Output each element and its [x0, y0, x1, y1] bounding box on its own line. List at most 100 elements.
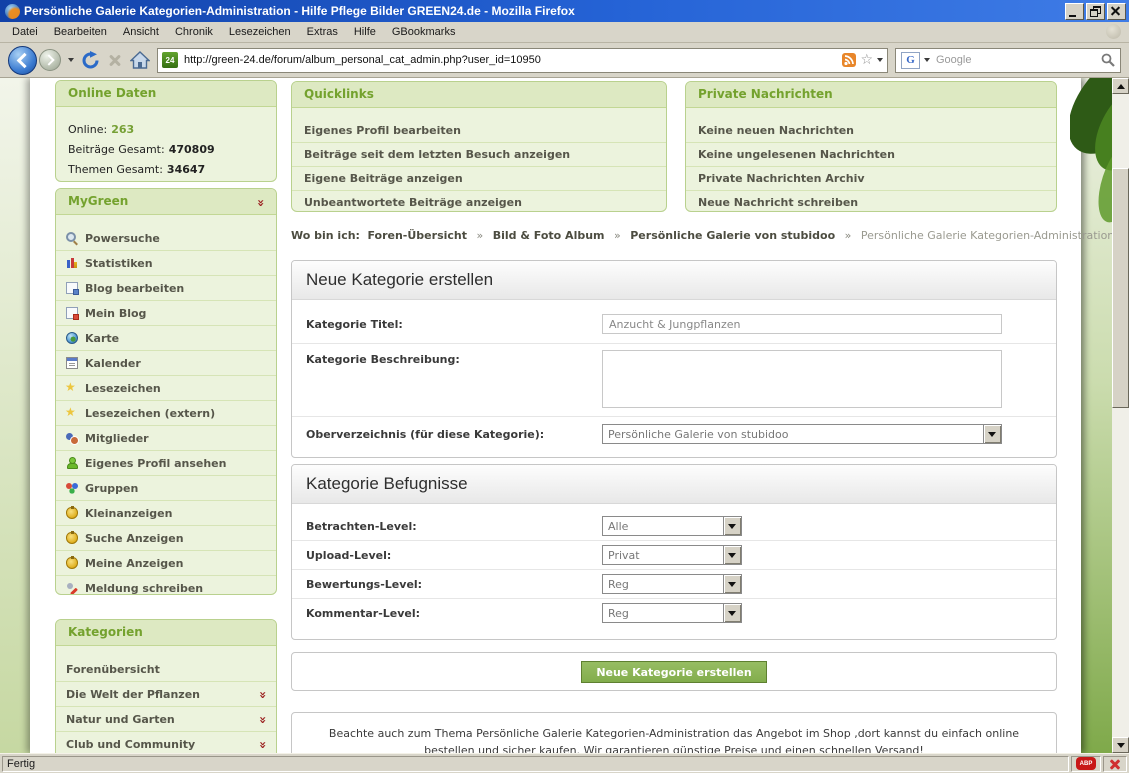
category-title-input[interactable]: [602, 314, 1002, 334]
upload-level-select[interactable]: Privat: [602, 545, 742, 565]
menu-datei[interactable]: Datei: [4, 24, 46, 40]
engine-dropdown-icon[interactable]: [924, 58, 930, 62]
back-button[interactable]: [8, 46, 37, 75]
posts-total-value: 470809: [169, 143, 215, 156]
profile-icon: [66, 457, 78, 469]
close-button[interactable]: [1107, 3, 1126, 20]
expand-chevron-icon[interactable]: [258, 741, 268, 747]
sidebar-item-suche-anzeigen[interactable]: Suche Anzeigen: [56, 525, 276, 550]
scrollbar-thumb[interactable]: [1112, 168, 1129, 408]
vertical-scrollbar[interactable]: [1112, 78, 1129, 753]
rss-feed-icon[interactable]: [842, 53, 856, 67]
rating-level-row: Bewertungs-Level: Reg: [292, 569, 1056, 598]
menu-ansicht[interactable]: Ansicht: [115, 24, 167, 40]
quicklinks-panel: Quicklinks Eigenes Profil bearbeiten Bei…: [291, 81, 667, 212]
sidebar-item-mitglieder[interactable]: Mitglieder: [56, 425, 276, 450]
pm-no-unread-messages[interactable]: Keine ungelesenen Nachrichten: [686, 142, 1056, 166]
pm-archive[interactable]: Private Nachrichten Archiv: [686, 166, 1056, 190]
sidebar-item-eigenes-profil[interactable]: Eigenes Profil ansehen: [56, 450, 276, 475]
restore-button[interactable]: [1086, 3, 1105, 20]
address-bar[interactable]: 24 ☆: [157, 48, 888, 73]
search-icon[interactable]: [1101, 53, 1115, 67]
view-level-label: Betrachten-Level:: [306, 520, 602, 533]
dropdown-arrow-icon: [983, 425, 1001, 443]
category-permissions-panel: Kategorie Befugnisse Betrachten-Level: A…: [291, 464, 1057, 640]
home-button[interactable]: [130, 51, 150, 69]
reload-button[interactable]: [81, 51, 100, 70]
sidebar-item-meldung-schreiben[interactable]: Meldung schreiben: [56, 575, 276, 595]
menu-bearbeiten[interactable]: Bearbeiten: [46, 24, 115, 40]
url-dropdown-icon[interactable]: [877, 58, 883, 62]
sidebar-item-powersuche[interactable]: Powersuche: [56, 226, 276, 250]
sidebar-item-statistiken[interactable]: Statistiken: [56, 250, 276, 275]
search-icon: [66, 232, 78, 244]
menu-gbookmarks[interactable]: GBookmarks: [384, 24, 464, 40]
comment-level-select[interactable]: Reg: [602, 603, 742, 623]
statistics-icon: [66, 257, 78, 269]
mygreen-title: MyGreen: [68, 189, 128, 214]
groups-icon: [66, 482, 78, 494]
forward-button[interactable]: [39, 49, 61, 71]
menubar: Datei Bearbeiten Ansicht Chronik Lesezei…: [0, 22, 1129, 43]
breadcrumb-personal-gallery[interactable]: Persönliche Galerie von stubidoo: [630, 229, 835, 242]
sidebar-item-mein-blog[interactable]: Mein Blog: [56, 300, 276, 325]
pm-no-new-messages[interactable]: Keine neuen Nachrichten: [686, 119, 1056, 142]
bookmark-star-icon[interactable]: ☆: [860, 53, 873, 67]
expand-chevron-icon[interactable]: [258, 716, 268, 722]
stop-button[interactable]: [107, 52, 123, 68]
quicklink-own-posts[interactable]: Eigene Beiträge anzeigen: [292, 166, 666, 190]
sidebar-item-karte[interactable]: Karte: [56, 325, 276, 350]
scroll-down-button[interactable]: [1112, 737, 1129, 753]
page-background-left: [0, 78, 30, 753]
create-category-panel: Neue Kategorie erstellen Kategorie Titel…: [291, 260, 1057, 458]
breadcrumb-photo-album[interactable]: Bild & Foto Album: [493, 229, 605, 242]
menu-lesezeichen[interactable]: Lesezeichen: [221, 24, 299, 40]
sidebar-item-meine-anzeigen[interactable]: Meine Anzeigen: [56, 550, 276, 575]
breadcrumb-forum-overview[interactable]: Foren-Übersicht: [367, 229, 467, 242]
shop-note-panel: Beachte auch zum Thema Persönliche Galer…: [291, 712, 1057, 753]
rating-level-label: Bewertungs-Level:: [306, 578, 602, 591]
sidebar-item-kleinanzeigen[interactable]: Kleinanzeigen: [56, 500, 276, 525]
sidebar-item-gruppen[interactable]: Gruppen: [56, 475, 276, 500]
quicklink-unanswered-posts[interactable]: Unbeantwortete Beiträge anzeigen: [292, 190, 666, 212]
sidebar-item-lesezeichen[interactable]: Lesezeichen: [56, 375, 276, 400]
adblock-plus-icon[interactable]: ABP: [1071, 756, 1101, 772]
rating-level-select[interactable]: Reg: [602, 574, 742, 594]
pm-write-new[interactable]: Neue Nachricht schreiben: [686, 190, 1056, 212]
history-dropdown-icon[interactable]: [68, 58, 74, 62]
expand-chevron-icon[interactable]: [258, 691, 268, 697]
classifieds-icon: [66, 532, 78, 544]
category-description-input[interactable]: [602, 350, 1002, 408]
search-bar[interactable]: G: [895, 48, 1121, 73]
site-favicon: 24: [162, 52, 178, 68]
sidebar-item-lesezeichen-extern[interactable]: Lesezeichen (extern): [56, 400, 276, 425]
quicklink-posts-since-visit[interactable]: Beiträge seit dem letzten Besuch anzeige…: [292, 142, 666, 166]
sidebar-item-forenuebersicht[interactable]: Forenübersicht: [56, 657, 276, 681]
classifieds-icon: [66, 507, 78, 519]
breadcrumb: Wo bin ich: Foren-Übersicht » Bild & Fot…: [291, 229, 1057, 242]
quicklink-edit-profile[interactable]: Eigenes Profil bearbeiten: [292, 119, 666, 142]
sidebar-item-natur-und-garten[interactable]: Natur und Garten: [56, 706, 276, 731]
menu-chronik[interactable]: Chronik: [167, 24, 221, 40]
parent-directory-select[interactable]: Persönliche Galerie von stubidoo: [602, 424, 1002, 444]
statusbar-close-icon[interactable]: [1103, 756, 1127, 772]
url-input[interactable]: [182, 53, 838, 67]
search-input[interactable]: [934, 53, 1097, 67]
create-category-button[interactable]: Neue Kategorie erstellen: [581, 661, 766, 683]
view-level-select[interactable]: Alle: [602, 516, 742, 536]
sidebar-item-kalender[interactable]: Kalender: [56, 350, 276, 375]
navigation-toolbar: 24 ☆ G: [0, 43, 1129, 78]
scroll-up-button[interactable]: [1112, 78, 1129, 94]
menu-hilfe[interactable]: Hilfe: [346, 24, 384, 40]
category-title-row: Kategorie Titel:: [292, 305, 1056, 343]
minimize-button[interactable]: [1065, 3, 1084, 20]
sidebar-item-welt-der-pflanzen[interactable]: Die Welt der Pflanzen: [56, 681, 276, 706]
sidebar-item-club-und-community[interactable]: Club und Community: [56, 731, 276, 753]
collapse-chevron-icon[interactable]: [256, 199, 266, 205]
sidebar-item-blog-bearbeiten[interactable]: Blog bearbeiten: [56, 275, 276, 300]
menu-extras[interactable]: Extras: [299, 24, 346, 40]
view-level-row: Betrachten-Level: Alle: [292, 512, 1056, 540]
calendar-icon: [66, 357, 78, 369]
bookmark-star-icon: [66, 382, 78, 394]
window-title: Persönliche Galerie Kategorien-Administr…: [24, 4, 1063, 18]
